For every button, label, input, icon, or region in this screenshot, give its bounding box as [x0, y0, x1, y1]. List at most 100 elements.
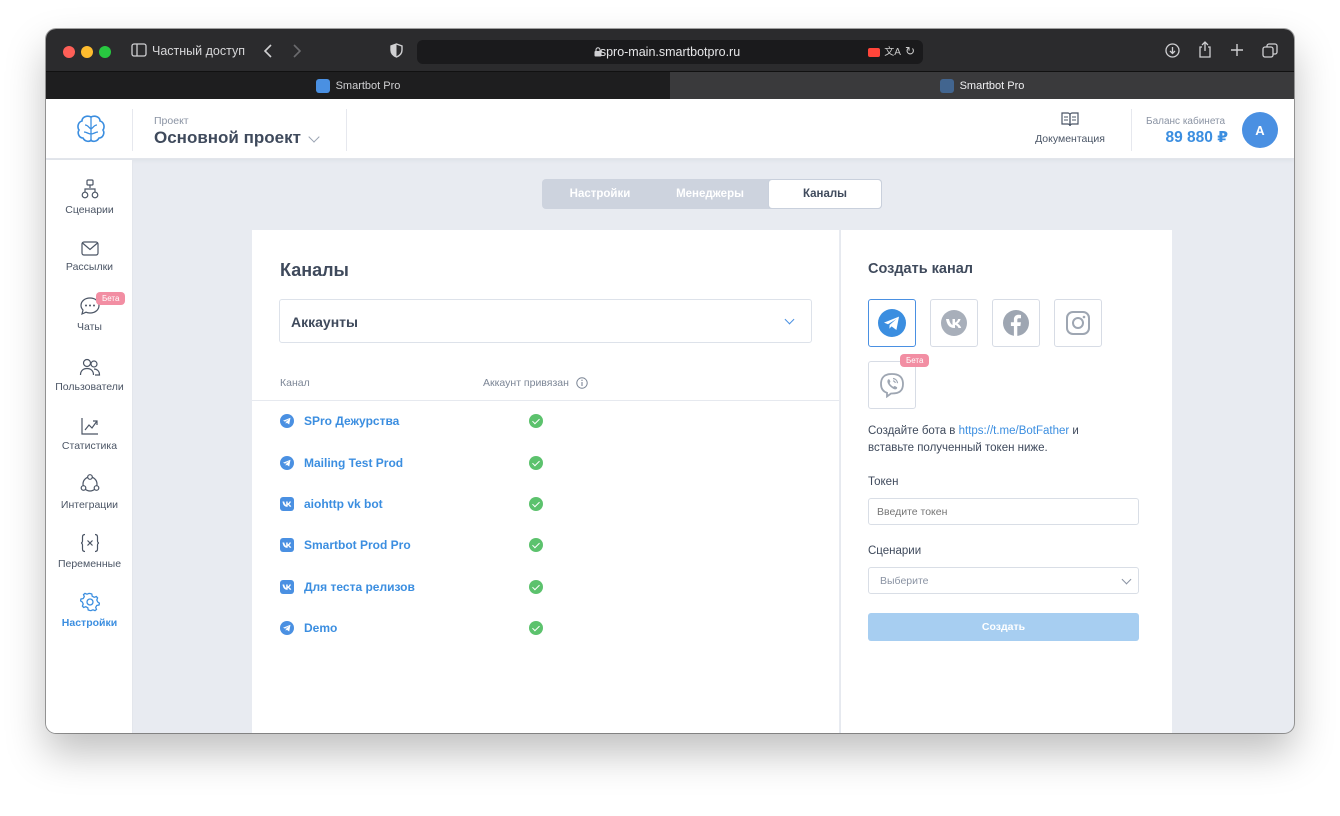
- sidebar-item-label: Интеграции: [60, 499, 119, 511]
- address-bar[interactable]: spro-main.smartbotpro.ru 文A ↻: [417, 40, 923, 64]
- hint-prefix: Создайте бота в: [868, 425, 959, 437]
- sidebar-item-mailings[interactable]: Рассылки: [46, 241, 133, 273]
- gear-icon: [79, 592, 100, 612]
- token-input[interactable]: [868, 498, 1139, 525]
- channel-type-viber-button[interactable]: [868, 361, 916, 409]
- channel-type-telegram-button[interactable]: [868, 299, 916, 347]
- sidebar-item-scenarios[interactable]: Сценарии: [46, 179, 133, 216]
- downloads-icon[interactable]: [1165, 43, 1180, 58]
- telegram-icon: [280, 456, 294, 470]
- viber-icon: [880, 373, 904, 398]
- token-label: Токен: [868, 476, 899, 488]
- reload-icon[interactable]: ↻: [905, 44, 915, 58]
- channel-name: Smartbot Prod Pro: [304, 538, 411, 552]
- sidebar-item-label: Чаты: [77, 321, 102, 333]
- header-divider: [132, 109, 133, 151]
- sidebar-item-label: Рассылки: [65, 261, 114, 273]
- project-label: Проект: [154, 115, 189, 127]
- sidebar-item-label: Сценарии: [65, 204, 114, 216]
- zoom-window-button[interactable]: [99, 46, 111, 58]
- sidebar-item-settings[interactable]: Настройки: [46, 592, 133, 629]
- channel-type-facebook-button[interactable]: [992, 299, 1040, 347]
- botfather-link[interactable]: https://t.me/BotFather: [959, 425, 1070, 437]
- info-icon[interactable]: [576, 377, 588, 389]
- chevron-down-icon: [1121, 574, 1132, 585]
- url-text: spro-main.smartbotpro.ru: [599, 45, 741, 59]
- documentation-link[interactable]: Документация: [1030, 111, 1110, 145]
- browser-tab-1[interactable]: Smartbot Pro: [46, 72, 670, 100]
- check-icon: [529, 538, 543, 552]
- sidebar: Сценарии Рассылки Бета Чаты Пользователи…: [46, 160, 133, 733]
- table-row[interactable]: SPro Дежурства: [280, 413, 570, 431]
- address-bar-extras: 文A ↻: [868, 43, 915, 58]
- create-channel-title: Создать канал: [868, 261, 974, 277]
- minimize-window-button[interactable]: [81, 46, 93, 58]
- column-header-linked: Аккаунт привязан: [483, 377, 569, 389]
- private-browsing-label: Частный доступ: [152, 44, 245, 58]
- sidebar-item-integrations[interactable]: Интеграции: [46, 474, 133, 511]
- tab-managers[interactable]: Менеджеры: [652, 179, 768, 209]
- avatar[interactable]: A: [1242, 112, 1278, 148]
- channel-name: Для теста релизов: [304, 580, 415, 594]
- channel-type-instagram-button[interactable]: [1054, 299, 1102, 347]
- sidebar-item-statistics[interactable]: Статистика: [46, 417, 133, 452]
- smartbot-favicon-icon: [315, 79, 330, 93]
- table-row[interactable]: Demo: [280, 620, 570, 638]
- sitemap-icon: [81, 179, 98, 199]
- sidebar-item-chats[interactable]: Бета Чаты: [46, 292, 133, 333]
- table-header-divider: [252, 400, 839, 401]
- create-channel-panel: Создать канал Бета Создайте бота в https…: [840, 230, 1172, 733]
- scenario-label: Сценарии: [868, 545, 922, 557]
- scenario-select-value: Выберите: [880, 575, 929, 587]
- create-channel-button[interactable]: Создать: [868, 613, 1139, 641]
- integrations-icon: [80, 474, 99, 492]
- sidebar-toggle-icon[interactable]: [131, 43, 147, 57]
- channel-name: SPro Дежурства: [304, 414, 400, 428]
- table-row[interactable]: Mailing Test Prod: [280, 455, 570, 473]
- sidebar-item-users[interactable]: Пользователи: [46, 358, 133, 393]
- chevron-down-icon: [784, 314, 795, 325]
- facebook-icon: [1003, 310, 1029, 336]
- camera-icon[interactable]: [868, 48, 881, 57]
- book-icon: [1061, 112, 1079, 127]
- share-icon[interactable]: [1198, 41, 1212, 58]
- channel-type-vk-button[interactable]: [930, 299, 978, 347]
- translate-icon[interactable]: 文A: [884, 43, 901, 58]
- browser-tab-1-label: Smartbot Pro: [335, 80, 401, 92]
- tab-channels[interactable]: Каналы: [768, 179, 882, 209]
- telegram-hint-text: Создайте бота в https://t.me/BotFather и…: [868, 423, 1128, 457]
- accounts-dropdown[interactable]: Аккаунты: [279, 299, 812, 343]
- smartbot-favicon-icon: [939, 79, 954, 93]
- table-row[interactable]: Для теста релизов: [280, 579, 570, 597]
- back-icon[interactable]: [263, 44, 273, 58]
- header-divider: [346, 109, 347, 151]
- forward-icon[interactable]: [292, 44, 302, 58]
- check-icon: [529, 580, 543, 594]
- browser-toolbar: Частный доступ spro-main.smartbotpro.ru …: [46, 29, 1294, 71]
- tab-overview-icon[interactable]: [1262, 43, 1278, 58]
- accounts-dropdown-value: Аккаунты: [291, 314, 358, 330]
- project-selector[interactable]: Основной проект: [154, 128, 301, 148]
- channels-panel: Каналы Аккаунты Канал Аккаунт привязан S…: [252, 230, 839, 733]
- close-window-button[interactable]: [63, 46, 75, 58]
- page-title: Каналы: [280, 260, 349, 280]
- chevron-down-icon[interactable]: [308, 131, 320, 143]
- shield-icon[interactable]: [390, 43, 403, 58]
- tab-settings[interactable]: Настройки: [542, 179, 658, 209]
- sidebar-item-variables[interactable]: Переменные: [46, 533, 133, 570]
- instagram-icon: [1066, 311, 1090, 335]
- new-tab-icon[interactable]: [1230, 43, 1244, 57]
- sidebar-item-label: Пользователи: [55, 381, 124, 393]
- balance-value[interactable]: 89 880 ₽: [1146, 128, 1229, 147]
- brain-logo-icon[interactable]: [74, 113, 108, 145]
- scenario-select[interactable]: Выберите: [868, 567, 1139, 594]
- header-divider: [1131, 109, 1132, 151]
- variables-icon: [80, 533, 99, 553]
- beta-badge: Бета: [900, 354, 930, 367]
- browser-tab-2[interactable]: Smartbot Pro: [670, 72, 1294, 100]
- table-row[interactable]: aiohttp vk bot: [280, 496, 570, 514]
- table-row[interactable]: Smartbot Prod Pro: [280, 537, 570, 555]
- balance-label: Баланс кабинета: [1146, 116, 1226, 127]
- browser-tab-bar: Smartbot Pro Smartbot Pro: [46, 71, 1294, 100]
- check-icon: [529, 456, 543, 470]
